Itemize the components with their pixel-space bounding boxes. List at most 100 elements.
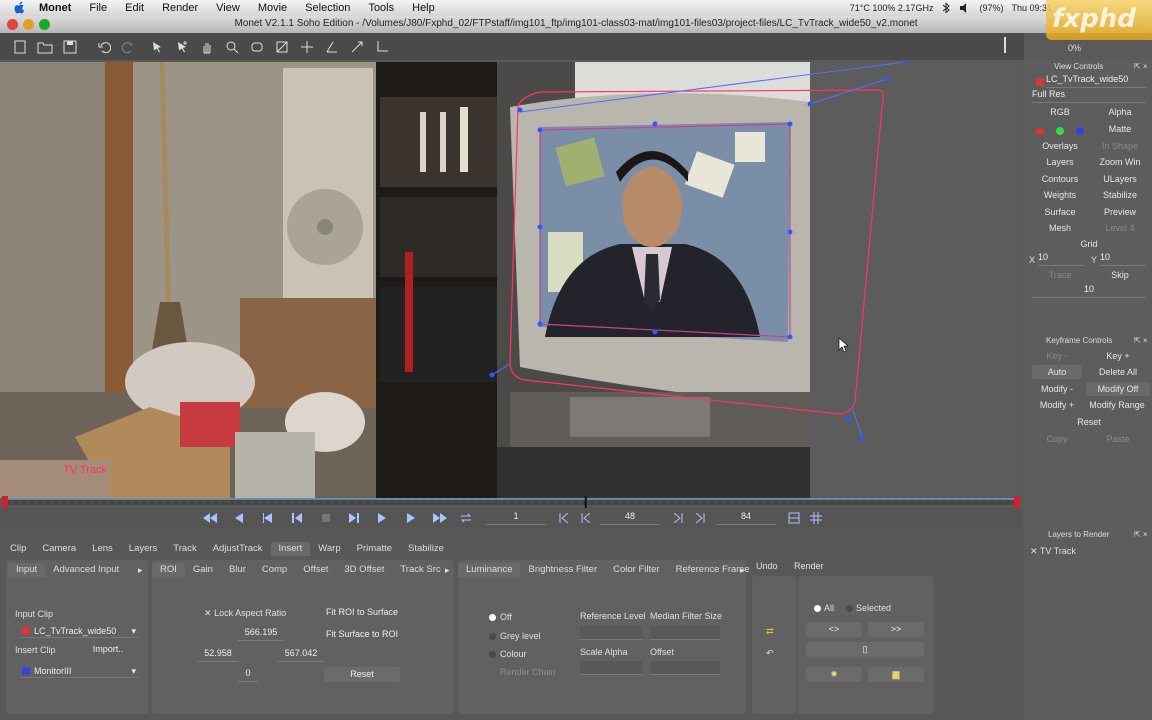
tab-camera[interactable]: Camera [34, 542, 84, 556]
skip-value-field[interactable]: 10 [1032, 284, 1146, 298]
select-arrow-icon[interactable] [147, 37, 167, 57]
reset-keys-button[interactable]: Reset [1064, 415, 1114, 429]
tab-track-src[interactable]: Track Src [392, 563, 448, 577]
fit-roi-to-surface-button[interactable]: Fit ROI to Surface [322, 605, 402, 620]
tab-gain[interactable]: Gain [185, 563, 221, 577]
redo-icon[interactable] [119, 37, 139, 57]
zoom-win-toggle[interactable]: Zoom Win [1090, 155, 1150, 169]
render-chain-checkbox[interactable]: Render Chain [500, 667, 556, 677]
trace-button[interactable]: Trace [1034, 268, 1086, 282]
render-all-radio[interactable] [814, 605, 821, 612]
chevron-right-icon[interactable]: ▸ [138, 565, 143, 576]
insert-clip-dropdown[interactable]: MonitorIII ▾ [20, 664, 138, 678]
chevron-right-icon[interactable]: ▸ [740, 565, 745, 576]
level-dropdown[interactable]: Level 4 [1090, 221, 1150, 235]
previous-frame-marker-icon[interactable] [578, 510, 594, 526]
menu-edit[interactable]: Edit [116, 2, 153, 14]
previous-key-icon[interactable] [289, 510, 305, 526]
apple-icon[interactable] [12, 1, 26, 15]
tab-comp[interactable]: Comp [254, 563, 295, 577]
corner-pin-icon[interactable] [372, 37, 392, 57]
delete-all-keys-button[interactable]: Delete All [1086, 365, 1150, 379]
paste-key-button[interactable]: Paste [1090, 432, 1146, 446]
reference-level-field[interactable] [580, 626, 642, 640]
tab-track[interactable]: Track [165, 542, 204, 556]
tab-warp[interactable]: Warp [310, 542, 348, 556]
key-minus-button[interactable]: Key - [1032, 349, 1082, 363]
loop-icon[interactable] [458, 510, 474, 526]
import-button[interactable]: Import.. [88, 642, 128, 657]
add-point-arrow-icon[interactable] [172, 37, 192, 57]
current-frame-field[interactable]: 48 [600, 511, 660, 525]
render-save-button[interactable]: ▆ [868, 667, 924, 682]
tab-brightness-filter[interactable]: Brightness Filter [520, 563, 605, 577]
stop-icon[interactable] [318, 510, 334, 526]
tab-roi[interactable]: ROI [152, 563, 185, 577]
view-clip-dropdown[interactable]: LC_TvTrack_wide50 [1046, 74, 1146, 88]
play-icon[interactable] [374, 510, 390, 526]
end-frame-field[interactable]: 84 [716, 511, 776, 525]
render-panel-pin-icon[interactable]: ⇱ × [1134, 530, 1148, 539]
tab-insert[interactable]: Insert [270, 542, 311, 556]
overlays-button[interactable]: Overlays [1034, 139, 1086, 153]
layers-toggle[interactable]: Layers [1034, 155, 1086, 169]
undo-icon[interactable] [94, 37, 114, 57]
tab-advanced-input[interactable]: Advanced Input [45, 563, 127, 577]
move-tool-icon[interactable] [297, 37, 317, 57]
set-range-icon[interactable] [786, 510, 802, 526]
rgb-button[interactable]: RGB [1038, 105, 1082, 119]
go-to-end-icon[interactable] [432, 510, 448, 526]
zoom-magnifier-icon[interactable] [222, 37, 242, 57]
blue-channel-icon[interactable] [1076, 127, 1084, 135]
go-to-start-icon[interactable] [202, 510, 218, 526]
undo-history-icon[interactable]: ⇄ [766, 626, 774, 637]
ulayers-toggle[interactable]: ULayers [1090, 172, 1150, 186]
render-settings-button[interactable]: ✹ [806, 667, 862, 682]
matte-button[interactable]: Matte [1098, 122, 1142, 136]
menu-view[interactable]: View [207, 2, 249, 14]
roi-top-field[interactable]: 566.195 [238, 627, 284, 641]
next-key-icon[interactable] [346, 510, 362, 526]
copy-key-button[interactable]: Copy [1032, 432, 1082, 446]
auto-key-button[interactable]: Auto [1032, 365, 1082, 379]
contours-toggle[interactable]: Contours [1034, 172, 1086, 186]
median-filter-field[interactable] [650, 626, 720, 640]
render-layer-check-icon[interactable]: ✕ [1030, 546, 1038, 556]
step-back-icon[interactable] [231, 510, 247, 526]
render-previous-button[interactable]: <> [806, 622, 862, 637]
next-frame-marker-icon[interactable] [670, 510, 686, 526]
modify-minus-button[interactable]: Modify - [1032, 382, 1082, 396]
tab-input[interactable]: Input [8, 563, 46, 577]
new-project-icon[interactable] [10, 37, 30, 57]
menu-monet[interactable]: Monet [30, 2, 80, 14]
tab-3d-offset[interactable]: 3D Offset [336, 563, 392, 577]
tab-luminance[interactable]: Luminance [458, 563, 521, 577]
tab-layers[interactable]: Layers [121, 542, 166, 556]
tab-stabilize[interactable]: Stabilize [400, 542, 452, 556]
in-shape-button[interactable]: In Shape [1090, 139, 1150, 153]
grid-y-field[interactable]: 10 [1100, 252, 1146, 266]
viewer-canvas[interactable]: TV Track [0, 62, 1022, 498]
panel-pin-icon[interactable]: ⇱ × [1134, 62, 1148, 71]
set-out-point-icon[interactable] [692, 510, 708, 526]
undo-step-icon[interactable]: ↶ [766, 648, 774, 659]
lock-aspect-checkbox[interactable]: ✕ Lock Aspect Ratio [204, 608, 286, 619]
scale-alpha-field[interactable] [580, 661, 642, 675]
modify-off-button[interactable]: Modify Off [1086, 382, 1150, 396]
menu-selection[interactable]: Selection [296, 2, 359, 14]
grid-range-icon[interactable] [808, 510, 824, 526]
tab-blur[interactable]: Blur [221, 563, 254, 577]
timeline-end-marker[interactable] [1014, 496, 1020, 508]
grid-x-field[interactable]: 10 [1038, 252, 1084, 266]
menu-file[interactable]: File [80, 2, 116, 14]
render-selected-radio[interactable] [846, 605, 853, 612]
line-arrow-icon[interactable] [347, 37, 367, 57]
chevron-right-icon[interactable]: ▸ [445, 565, 450, 576]
angle-tool-icon[interactable] [322, 37, 342, 57]
volume-icon[interactable] [959, 2, 971, 14]
tab-offset[interactable]: Offset [295, 563, 336, 577]
stabilize-toggle[interactable]: Stabilize [1090, 188, 1150, 202]
transform-box-icon[interactable] [272, 37, 292, 57]
green-channel-icon[interactable] [1056, 127, 1064, 135]
roi-reset-button[interactable]: Reset [324, 667, 400, 682]
